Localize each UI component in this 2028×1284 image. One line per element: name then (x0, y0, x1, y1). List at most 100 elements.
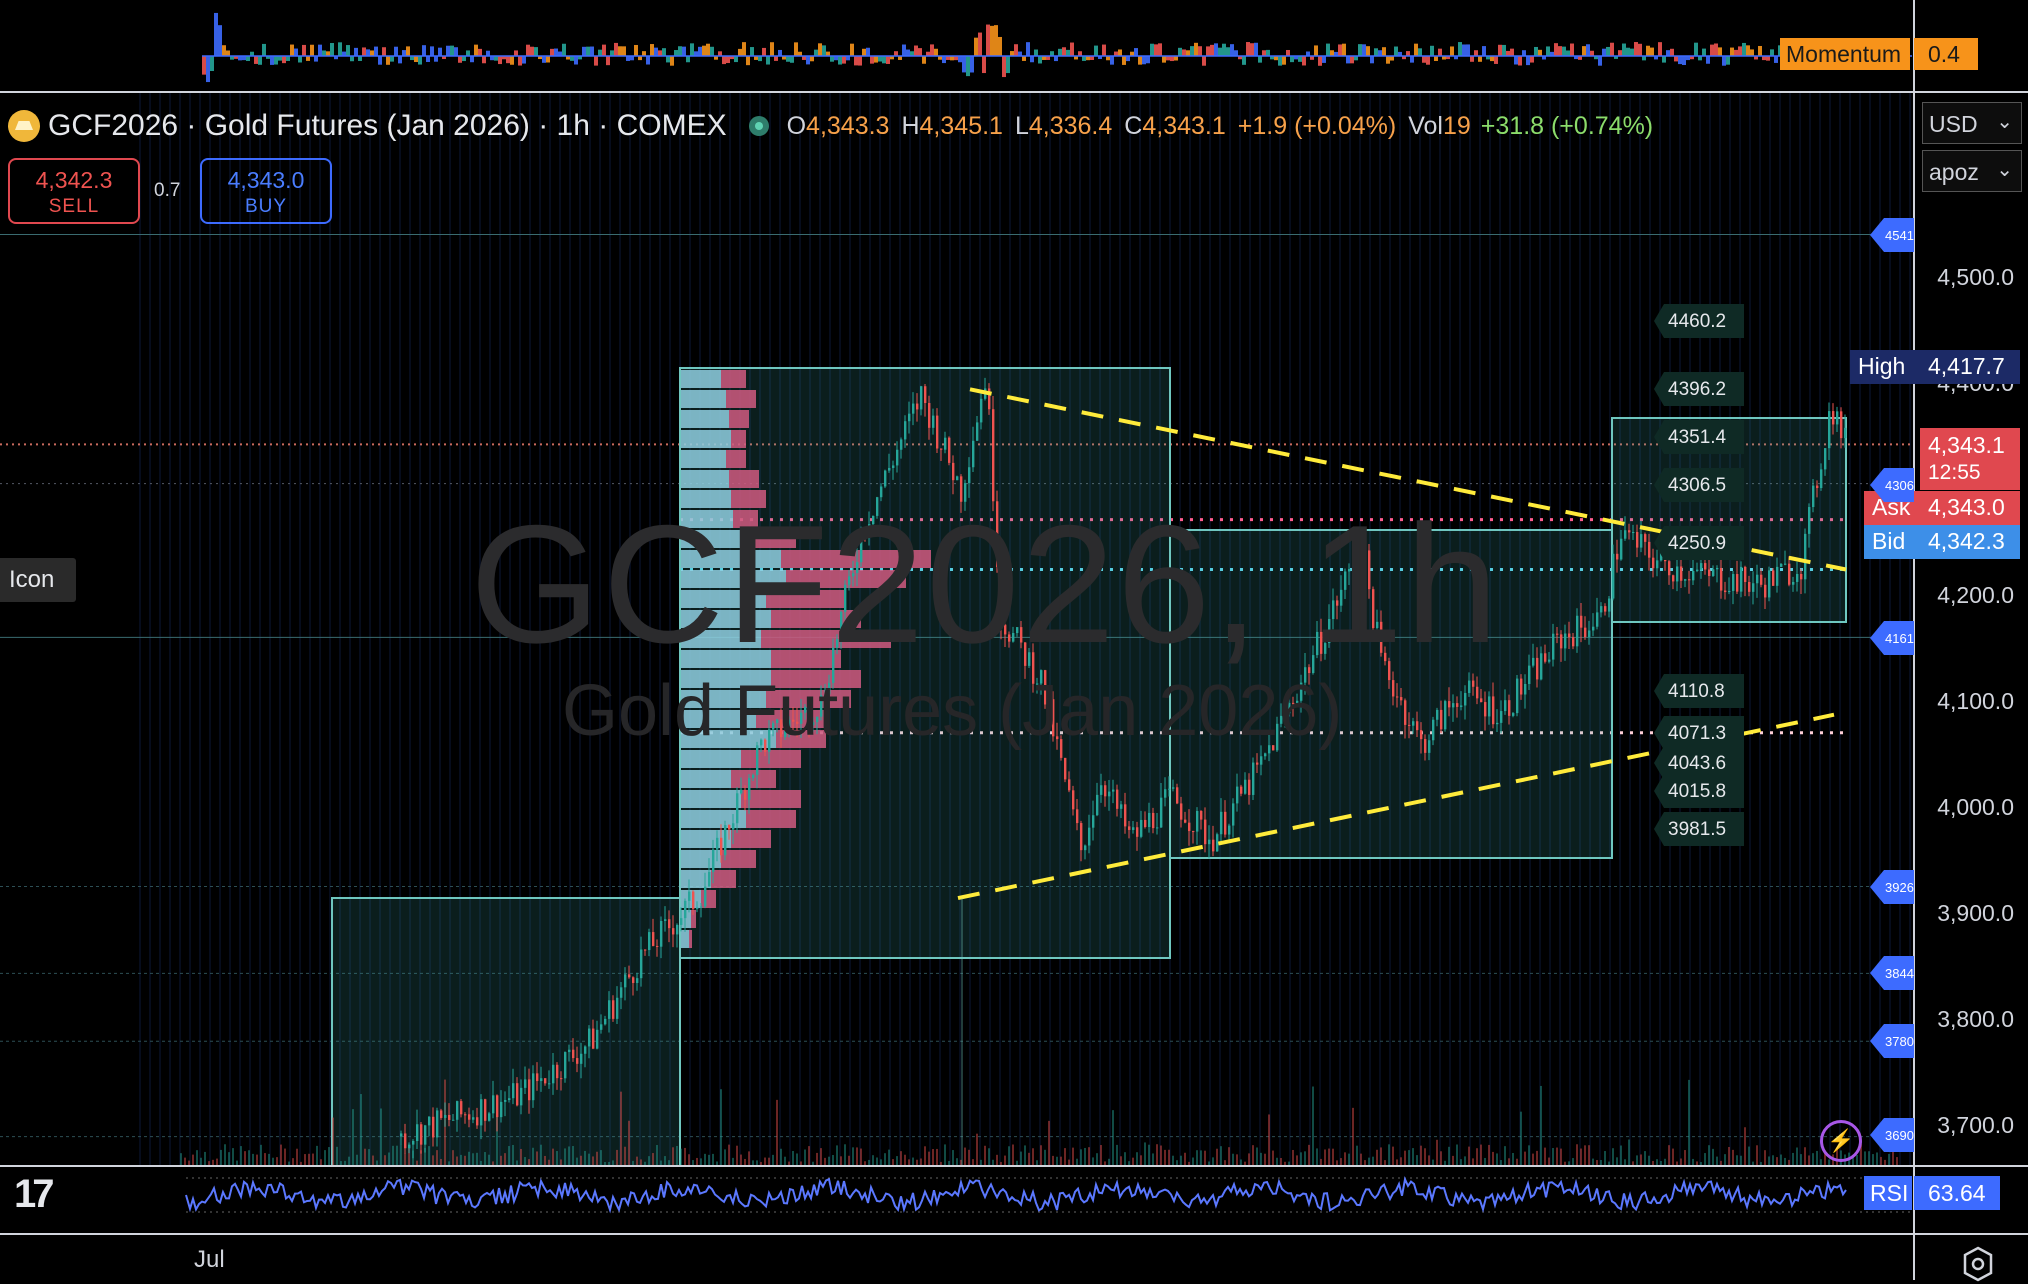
unit-value: apoz (1929, 159, 1979, 185)
momentum-bar (1566, 50, 1570, 56)
candle-body (1220, 811, 1223, 835)
volume-bar (1616, 1157, 1618, 1166)
volume-bar (1108, 1158, 1110, 1166)
momentum-bar (354, 47, 358, 56)
candle-body (1624, 530, 1627, 539)
market-status-icon[interactable] (748, 116, 769, 136)
candle-body (1592, 626, 1595, 631)
volume-bar (944, 1144, 946, 1166)
currency-select[interactable]: USD ⌄ (1922, 102, 2022, 144)
volume-bar (1124, 1152, 1126, 1166)
momentum-bar (390, 56, 394, 62)
momentum-bar (1598, 56, 1602, 66)
volume-bar (904, 1154, 906, 1166)
momentum-bar (258, 56, 262, 65)
momentum-bar (850, 43, 854, 56)
candle-body (712, 849, 715, 873)
ohlc-close: C4,343.1 (1124, 111, 1226, 140)
profile-bar (681, 470, 729, 488)
momentum-bar (366, 49, 370, 56)
volume-bar (1412, 1148, 1414, 1166)
momentum-bar (1062, 47, 1066, 56)
volume-bar (1764, 1150, 1766, 1166)
candle-body (1744, 566, 1747, 582)
volume-bar (532, 1147, 534, 1166)
tradingview-logo-icon[interactable]: 17 (14, 1172, 54, 1217)
volume-bar (1136, 1152, 1138, 1166)
lightning-icon[interactable]: ⚡ (1820, 1120, 1862, 1162)
volume-bar (456, 1156, 458, 1166)
volume-bar (1552, 1148, 1554, 1166)
momentum-bar (274, 56, 278, 65)
momentum-bar (902, 44, 906, 56)
rsi-label: RSI (1864, 1176, 1912, 1210)
candle-body (564, 1052, 567, 1079)
volume-bar (1420, 1145, 1422, 1166)
symbol-title[interactable]: GCF2026 · Gold Futures (Jan 2026) · 1h ·… (48, 109, 727, 143)
volume-bar (708, 1154, 710, 1166)
sell-button[interactable]: 4,342.3 SELL (8, 158, 140, 224)
candle-body (1456, 703, 1459, 707)
volume-bar (636, 1156, 638, 1166)
profile-bar (726, 450, 746, 468)
candle-body (1812, 485, 1815, 508)
volume-bar (1472, 1158, 1474, 1166)
volume-bar (244, 1151, 246, 1166)
volume-bar (1820, 1159, 1822, 1166)
volume-bar (1672, 1148, 1674, 1166)
momentum-bar (982, 56, 986, 74)
momentum-bar (362, 47, 366, 56)
volume-bar (1556, 1147, 1558, 1166)
candle-body (604, 1018, 607, 1025)
candle-body (1784, 563, 1787, 565)
momentum-bar (1038, 56, 1042, 64)
momentum-bar (474, 44, 478, 56)
volume-bar (736, 1145, 738, 1166)
volume-bar (308, 1153, 310, 1166)
volume-bar (500, 1155, 502, 1166)
volume-bar (1736, 1155, 1738, 1166)
volume-bar (1580, 1148, 1582, 1166)
box-level-label: 4071.3 (1654, 716, 1744, 750)
candle-body (952, 462, 955, 481)
momentum-bar (1110, 56, 1114, 65)
momentum-bar (682, 46, 686, 56)
rsi-path (185, 1175, 1847, 1214)
buy-button[interactable]: 4,343.0 BUY (200, 158, 332, 224)
volume-bar (400, 1144, 402, 1166)
momentum-bar (1386, 56, 1390, 64)
unit-select[interactable]: apoz ⌄ (1922, 150, 2022, 192)
candle-body (1156, 827, 1159, 829)
volume-bar (1460, 1159, 1462, 1166)
momentum-bar (1414, 43, 1418, 56)
momentum-bar (1314, 45, 1318, 56)
volume-bar (1544, 1147, 1546, 1166)
candle-body (660, 920, 663, 947)
candle-body (464, 1114, 467, 1116)
profile-bar (731, 430, 746, 448)
volume-bar (936, 1148, 938, 1166)
volume-bar (1464, 1156, 1466, 1166)
candle-body (1216, 834, 1219, 852)
candle-body (444, 1114, 447, 1118)
volume-bar (1212, 1157, 1214, 1166)
volume-bar (996, 1154, 998, 1166)
momentum-bar (1494, 56, 1498, 64)
time-axis-label: Jul (194, 1246, 225, 1273)
candle-body (1704, 563, 1707, 570)
volume-bar (452, 1150, 454, 1166)
momentum-bar (1466, 44, 1470, 56)
volume-bar (1012, 1144, 1014, 1166)
ohlc-high: H4,345.1 (901, 111, 1003, 140)
volume-bar (372, 1155, 374, 1166)
volume-bar (1716, 1156, 1718, 1166)
momentum-bar (594, 56, 598, 66)
volume-bar (1092, 1157, 1094, 1166)
candle-body (1520, 678, 1523, 695)
momentum-bar (1006, 56, 1010, 74)
candle-body (896, 449, 899, 466)
profile-bar (701, 890, 716, 908)
momentum-bar (1298, 56, 1302, 62)
settings-icon[interactable] (1958, 1244, 1998, 1284)
candle-body (508, 1098, 511, 1101)
